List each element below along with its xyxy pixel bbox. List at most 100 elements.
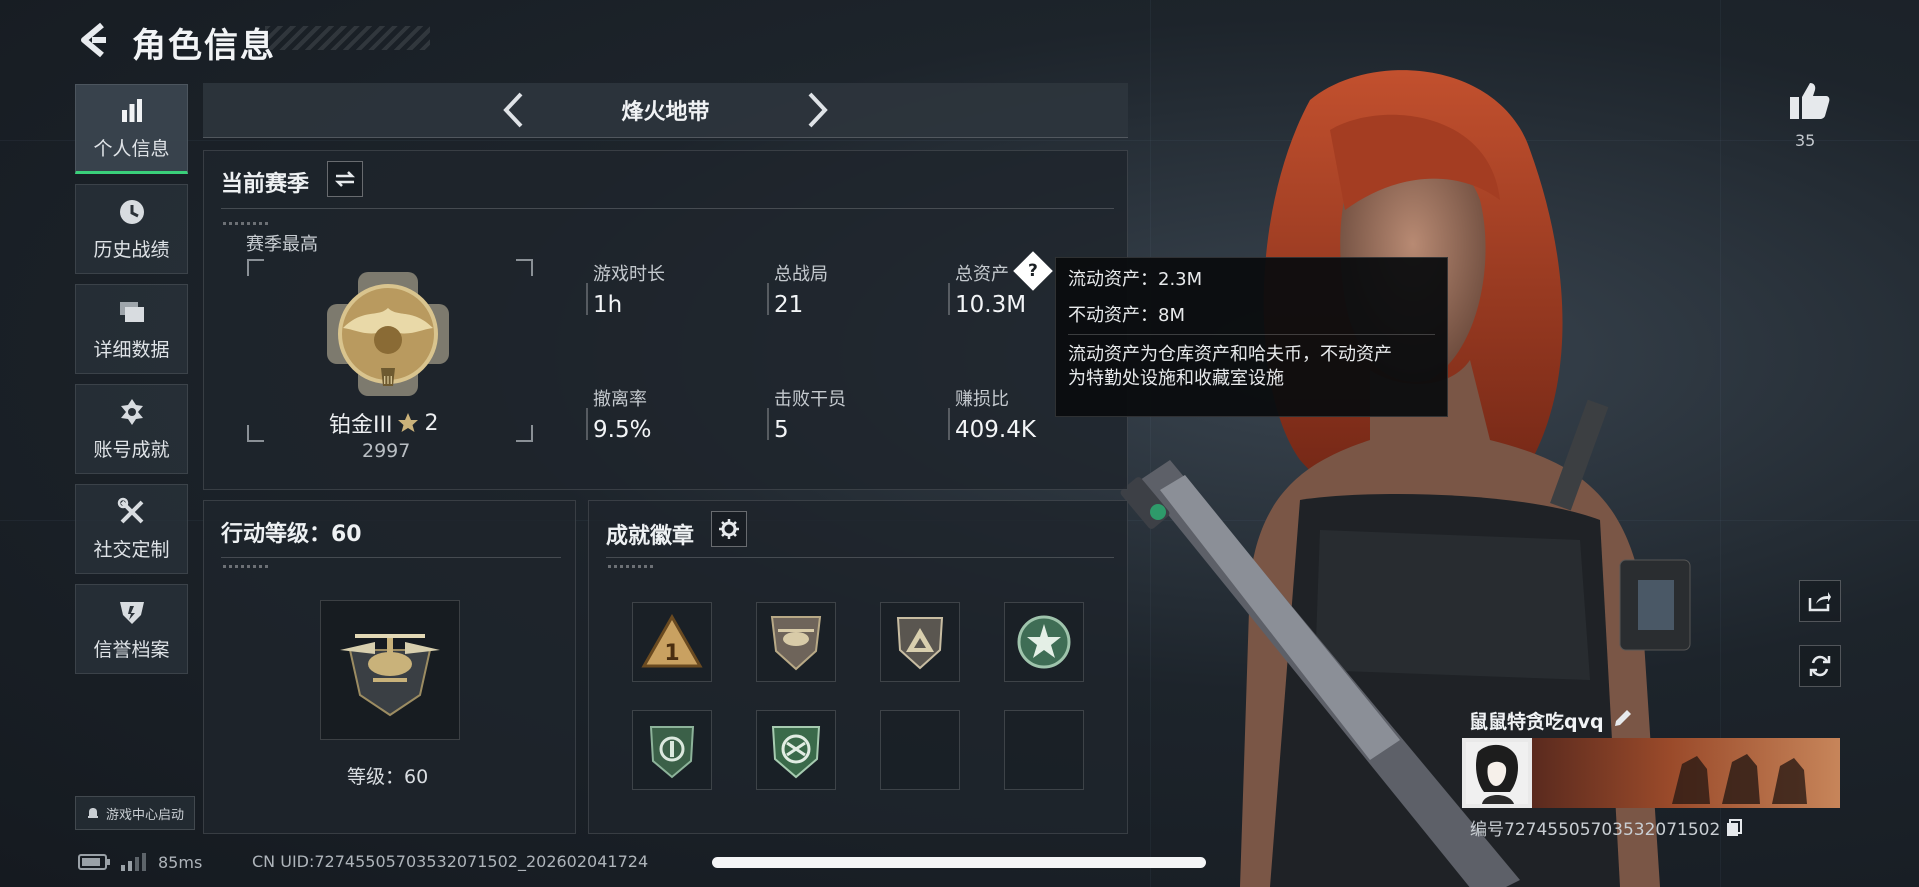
season-best-label: 赛季最高 xyxy=(246,234,318,255)
divider xyxy=(221,208,1114,209)
action-level-title: 行动等级：60 xyxy=(221,522,362,547)
refresh-button[interactable] xyxy=(1799,645,1841,687)
badge-slot[interactable] xyxy=(756,710,836,790)
switch-season-button[interactable] xyxy=(327,161,363,197)
player-id: 编号727455057035320715​02 xyxy=(1470,820,1721,840)
mode-title: 烽火地带 xyxy=(621,100,710,125)
rank-name-row: 铂金III 2 xyxy=(329,407,449,439)
back-button[interactable] xyxy=(72,18,114,62)
stat-accent xyxy=(767,408,769,440)
assets-tooltip: 流动资产：2.3M 不动资产：8M 流动资产为仓库资产和哈夫币，不动资产 为特勤… xyxy=(1055,257,1448,417)
stat-accent xyxy=(948,283,950,315)
action-level-emblem-frame xyxy=(320,600,460,740)
badge-slot-empty[interactable] xyxy=(1004,710,1084,790)
swap-icon xyxy=(334,171,356,187)
clock-icon xyxy=(119,199,144,224)
sidebar-item-label: 详细数据 xyxy=(93,338,170,361)
stat-accent xyxy=(586,408,588,440)
stat-label-profit-ratio: 赚损比 xyxy=(955,389,1009,410)
svg-text:III: III xyxy=(383,374,393,387)
stat-accent xyxy=(586,283,588,315)
divider-tick xyxy=(608,565,654,568)
stat-value-profit-ratio: 409.4K xyxy=(955,417,1036,443)
pencil-icon xyxy=(1615,710,1631,726)
question-icon: ? xyxy=(1028,261,1038,281)
stat-label-total-assets: 总资产 xyxy=(955,264,1009,285)
rank-one-badge-icon: 1 xyxy=(641,614,703,668)
battery-icon xyxy=(78,854,110,870)
badge-settings-button[interactable] xyxy=(711,511,747,547)
badge-slot[interactable]: 1 xyxy=(632,602,712,682)
latency: 85ms xyxy=(158,852,203,872)
chevron-right-icon xyxy=(808,92,828,128)
tooltip-description: 为特勤处设施和收藏室设施 xyxy=(1068,368,1284,389)
rank-name: 铂金III xyxy=(329,413,393,438)
stat-value-extract-rate: 9.5% xyxy=(593,417,652,443)
tooltip-liquid-assets: 流动资产：2.3M xyxy=(1068,269,1203,290)
next-mode-button[interactable] xyxy=(798,89,838,131)
helicopter-emblem-icon xyxy=(340,634,440,717)
badge-slot[interactable] xyxy=(756,602,836,682)
season-title: 当前赛季 xyxy=(221,172,310,197)
badge-slot[interactable] xyxy=(632,710,712,790)
refresh-icon xyxy=(1809,655,1831,677)
stat-value-playtime: 1h xyxy=(593,292,623,318)
divider-tick xyxy=(223,565,269,568)
game-center-label: 游戏中心启动 xyxy=(105,807,184,823)
sidebar-item-label: 账号成就 xyxy=(93,438,170,461)
bell-icon xyxy=(87,808,98,818)
stat-label-playtime: 游戏时长 xyxy=(593,264,665,285)
divider-tick xyxy=(223,222,269,225)
sidebar-item-label: 个人信息 xyxy=(93,137,170,160)
chevron-left-icon xyxy=(503,92,523,128)
credit-shield-icon xyxy=(119,601,144,624)
achievement-emblem-icon xyxy=(120,398,143,425)
helicopter-shield-badge-icon xyxy=(770,616,822,671)
level-text: 等级：60 xyxy=(347,766,429,788)
signal-icon xyxy=(121,853,146,871)
like-count: 35 xyxy=(1795,131,1816,150)
tooltip-fixed-assets: 不动资产：8M xyxy=(1068,305,1185,326)
wrench-cross-icon xyxy=(117,497,143,523)
stat-label-total-matches: 总战局 xyxy=(774,264,828,285)
player-name: 鼠鼠特贪吃qvq xyxy=(1469,711,1604,733)
star-medal-badge-icon xyxy=(1017,615,1071,669)
triangle-shield-badge-icon xyxy=(896,617,944,670)
stat-label-kills: 击败干员 xyxy=(774,389,846,410)
sidebar-item-history[interactable]: 历史战绩 xyxy=(75,184,188,274)
copy-icon[interactable] xyxy=(1726,818,1743,837)
cn-uid: CN UID:7274550570353207150​2_20260204172… xyxy=(252,852,649,871)
edit-name-button[interactable] xyxy=(1612,707,1636,731)
sidebar-item-achievements[interactable]: 账号成就 xyxy=(75,384,188,474)
stat-value-total-matches: 21 xyxy=(774,292,804,318)
divider xyxy=(1068,334,1435,335)
sidebar-item-social-custom[interactable]: 社交定制 xyxy=(75,484,188,574)
svg-text:1: 1 xyxy=(664,641,679,666)
rank-stars: 2 xyxy=(424,410,439,436)
stat-accent xyxy=(948,408,950,440)
home-indicator[interactable] xyxy=(712,857,1206,868)
share-button[interactable] xyxy=(1799,580,1841,622)
green-emblem-badge-icon xyxy=(771,726,821,779)
sidebar-item-label: 历史战绩 xyxy=(93,238,170,261)
sidebar-item-label: 社交定制 xyxy=(93,538,170,561)
thumbs-up-icon xyxy=(1790,83,1830,119)
stat-label-extract-rate: 撤离率 xyxy=(593,389,647,410)
title-decoration xyxy=(265,26,430,50)
sidebar-item-personal-info[interactable]: 个人信息 xyxy=(75,84,188,174)
banner-soldiers-art xyxy=(1672,754,1807,804)
share-icon xyxy=(1808,592,1831,612)
badge-slot[interactable] xyxy=(1004,602,1084,682)
divider xyxy=(606,557,1114,558)
tooltip-description: 流动资产为仓库资产和哈夫币，不动资产 xyxy=(1068,344,1392,365)
prev-mode-button[interactable] xyxy=(493,89,533,131)
sidebar-item-credit-profile[interactable]: 信誉档案 xyxy=(75,584,188,674)
mode-selector: 烽火地带 xyxy=(203,83,1128,138)
like-button[interactable] xyxy=(1786,78,1832,124)
badge-slot[interactable] xyxy=(880,602,960,682)
game-center-button[interactable]: 游戏中心启动 xyxy=(75,796,195,830)
rank-score: 2997 xyxy=(362,440,411,462)
sidebar-item-detailed-data[interactable]: 详细数据 xyxy=(75,284,188,374)
badge-slot-empty[interactable] xyxy=(880,710,960,790)
badges-title: 成就徽章 xyxy=(606,524,695,549)
